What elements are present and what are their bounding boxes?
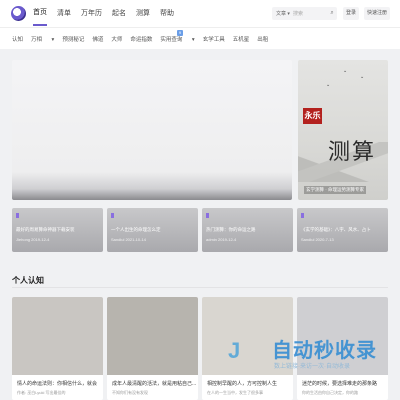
nav-help[interactable]: 帮助 bbox=[160, 0, 174, 27]
tag-marker bbox=[301, 213, 304, 218]
featured-card[interactable]: 《玄学的基础》：八字、风水、占卜 Sandiul 2020-7-13 bbox=[297, 208, 388, 252]
search-input[interactable]: 搜索 bbox=[290, 10, 327, 17]
section-divider bbox=[12, 287, 388, 288]
new-badge: 9 bbox=[177, 30, 183, 36]
category-item[interactable]: 出租 bbox=[257, 35, 268, 43]
article-excerpt: 不知你们有没有发现 bbox=[112, 390, 148, 395]
top-bar: 首页 清单 万年历 起名 测算 帮助 文章 ▾ 搜索 ⌕ 登录 快速注册 bbox=[0, 0, 400, 27]
nav-home[interactable]: 首页 bbox=[33, 1, 47, 26]
bird-icon: ⌄ bbox=[360, 74, 365, 80]
brand-stamp: 永乐 bbox=[303, 108, 322, 124]
article-title: 迷茫的时候，要选择难走的那条路 bbox=[302, 381, 378, 387]
search-box[interactable]: 文章 ▾ 搜索 ⌕ bbox=[272, 7, 337, 20]
main-nav: 首页 清单 万年历 起名 测算 帮助 bbox=[33, 0, 184, 27]
category-item[interactable]: 佛道 bbox=[92, 35, 103, 43]
hero-caption: 玄学测算 · 命理运势测算专家 bbox=[304, 186, 366, 194]
hero-banner[interactable]: ⌄ ⌄ ⌄ 永乐 测算 玄学测算 · 命理运势测算专家 bbox=[298, 60, 388, 200]
nav-list[interactable]: 清单 bbox=[57, 0, 71, 27]
bird-icon: ⌄ bbox=[343, 68, 348, 74]
register-button[interactable]: 快速注册 bbox=[364, 7, 390, 20]
hero-carousel[interactable] bbox=[12, 60, 292, 200]
category-item[interactable]: 五机星 bbox=[233, 35, 250, 43]
category-item[interactable]: 大师 bbox=[111, 35, 122, 43]
article-card[interactable]: 成年人最清醒的活法，就是用粘自己... 不知你们有没有发现 bbox=[107, 297, 198, 400]
search-icon[interactable]: ⌕ bbox=[327, 10, 337, 17]
watermark-text: 自动秒收录 bbox=[272, 340, 377, 362]
bird-icon: ⌄ bbox=[326, 82, 331, 88]
article-excerpt: 你的生活由你自己决定，你的路 bbox=[302, 390, 358, 395]
featured-card[interactable]: 最好的周易算命神器下载安装 Jiehong 2019-12-4 bbox=[12, 208, 103, 252]
tag-marker bbox=[206, 213, 209, 218]
article-excerpt: 在人的一生当中，发生了很多事 bbox=[207, 390, 263, 395]
search-type-select[interactable]: 文章 ▾ bbox=[272, 10, 290, 17]
card-meta: admin 2019-12-4 bbox=[206, 237, 237, 242]
category-item[interactable]: 实用查询 ▾ bbox=[160, 35, 194, 43]
category-nav: 认知 万相 ▾ 预测秘记 佛道 大师 命运指数 实用查询 ▾ 玄学工具 五机星 … bbox=[0, 27, 400, 49]
nav-naming[interactable]: 起名 bbox=[112, 0, 126, 27]
login-button[interactable]: 登录 bbox=[343, 7, 359, 20]
category-item[interactable]: 玄学工具 bbox=[203, 35, 225, 43]
article-title: 相控制早醒的人，方可控制人生 bbox=[207, 381, 278, 387]
card-title: 一个人出生的命理怎么定 bbox=[111, 227, 161, 232]
search-type-label: 文章 bbox=[276, 11, 287, 17]
hero-title: 测算 bbox=[328, 140, 377, 165]
article-excerpt: 作者: 巫白Lyuki 写出最佳的 bbox=[17, 390, 66, 395]
card-title: 热门测算：你的命运之路 bbox=[206, 227, 256, 232]
category-item[interactable]: 认知 bbox=[12, 35, 23, 43]
category-item[interactable]: 命运指数 bbox=[130, 35, 152, 43]
nav-fortune[interactable]: 测算 bbox=[136, 0, 150, 27]
category-item-label: 万相 bbox=[31, 37, 43, 43]
category-item-label: 实用查询 bbox=[160, 37, 183, 43]
card-meta: Jiehong 2019-12-4 bbox=[16, 237, 50, 242]
featured-card[interactable]: 一个人出生的命理怎么定 Sandiul 2021-10-14 bbox=[107, 208, 198, 252]
article-thumbnail bbox=[107, 297, 198, 375]
featured-card[interactable]: 热门测算：你的命运之路 admin 2019-12-4 bbox=[202, 208, 293, 252]
watermark: J 自动秒收录 数上链接·来访一次·自动收录 bbox=[228, 338, 377, 371]
tag-marker bbox=[111, 213, 114, 218]
article-title: 情人的命运法则：你相信什么，就会 bbox=[17, 381, 98, 387]
watermark-subtext: 数上链接·来访一次·自动收录 bbox=[274, 364, 350, 370]
article-thumbnail bbox=[12, 297, 103, 375]
card-title: 最好的周易算命神器下载安装 bbox=[16, 227, 75, 232]
card-title: 《玄学的基础》：八字、风水、占卜 bbox=[301, 227, 371, 232]
article-title: 成年人最清醒的活法，就是用粘自己... bbox=[112, 381, 197, 387]
nav-calendar[interactable]: 万年历 bbox=[81, 0, 102, 27]
card-meta: Sandiul 2021-10-14 bbox=[111, 237, 146, 242]
featured-cards: 最好的周易算命神器下载安装 Jiehong 2019-12-4 一个人出生的命理… bbox=[12, 208, 388, 252]
section-title: 个人认知 bbox=[12, 276, 44, 285]
tag-marker bbox=[16, 213, 19, 218]
article-card[interactable]: 情人的命运法则：你相信什么，就会 作者: 巫白Lyuki 写出最佳的 bbox=[12, 297, 103, 400]
site-logo[interactable] bbox=[11, 6, 26, 21]
card-meta: Sandiul 2020-7-13 bbox=[301, 237, 334, 242]
category-item[interactable]: 预测秘记 bbox=[62, 35, 84, 43]
category-item[interactable]: 万相 ▾ bbox=[31, 35, 54, 43]
watermark-logo: J bbox=[228, 338, 241, 363]
